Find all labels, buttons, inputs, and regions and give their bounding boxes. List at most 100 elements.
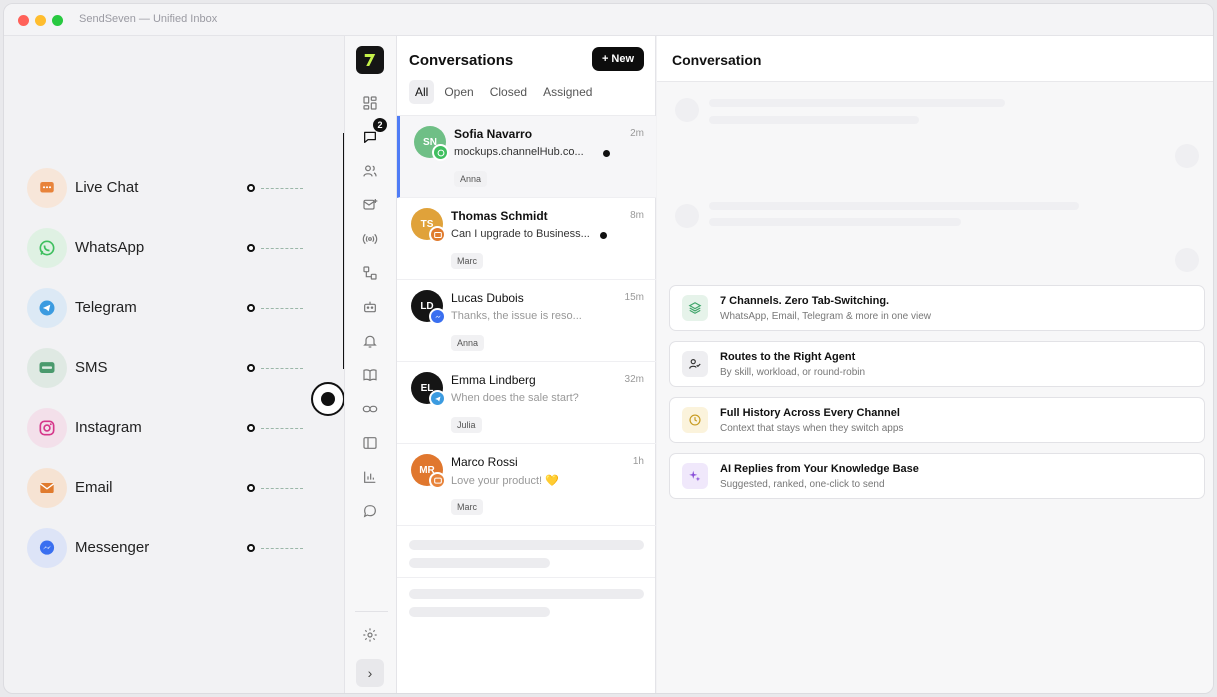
settings-icon[interactable] bbox=[360, 625, 380, 645]
maximize-window-button[interactable] bbox=[52, 15, 63, 26]
message-preview: Love your product! 💛 bbox=[451, 475, 559, 487]
contact-name: Lucas Dubois bbox=[451, 291, 524, 305]
new-conversation-button[interactable]: + New bbox=[592, 47, 644, 71]
conversation-item[interactable]: TS Thomas Schmidt 8m Can I upgrade to Bu… bbox=[397, 198, 656, 280]
ghost-line bbox=[709, 116, 919, 124]
email-icon bbox=[429, 226, 446, 243]
title-bar: SendSeven — Unified Inbox bbox=[4, 4, 1213, 36]
channel-instagram: Instagram bbox=[27, 408, 327, 448]
tab-open[interactable]: Open bbox=[438, 80, 479, 104]
loading-skeleton bbox=[409, 589, 644, 599]
message-preview: When does the sale start? bbox=[451, 392, 579, 404]
loading-skeleton bbox=[409, 540, 644, 550]
app-window: SendSeven — Unified Inbox Live Chat What… bbox=[3, 3, 1214, 694]
ghost-avatar bbox=[1175, 144, 1199, 168]
tab-all[interactable]: All bbox=[409, 80, 435, 104]
broadcast-icon[interactable] bbox=[360, 229, 380, 249]
instagram-icon bbox=[27, 408, 67, 448]
bot-icon[interactable] bbox=[360, 297, 380, 317]
channel-label: Live Chat bbox=[75, 179, 139, 196]
unread-badge: 2 bbox=[373, 118, 387, 132]
unread-indicator bbox=[600, 232, 607, 239]
minimize-window-button[interactable] bbox=[35, 15, 46, 26]
book-icon[interactable] bbox=[360, 365, 380, 385]
messenger-icon bbox=[27, 528, 67, 568]
agent-tag: Anna bbox=[454, 171, 488, 187]
channel-connector bbox=[261, 248, 303, 249]
contact-name: Thomas Schmidt bbox=[451, 209, 548, 223]
channel-list: Live Chat WhatsApp Telegram SMS Instagra… bbox=[4, 36, 400, 693]
channel-label: SMS bbox=[75, 359, 108, 376]
app-logo[interactable] bbox=[356, 46, 384, 74]
agent-tag: Anna bbox=[451, 335, 485, 351]
ghost-line bbox=[709, 202, 1079, 210]
channel-label: Email bbox=[75, 479, 113, 496]
message-preview: Can I upgrade to Business... bbox=[451, 228, 590, 240]
conversation-item[interactable]: SN Sofia Navarro 2m mockups.channelHub.c… bbox=[397, 116, 656, 198]
channel-connector bbox=[261, 428, 303, 429]
telegram-icon bbox=[429, 390, 446, 407]
channel-whatsapp: WhatsApp bbox=[27, 228, 327, 268]
feature-subtitle: Suggested, ranked, one-click to send bbox=[720, 479, 885, 490]
channel-hub bbox=[311, 382, 345, 416]
feature-subtitle: By skill, workload, or round-robin bbox=[720, 367, 866, 378]
channel-node bbox=[247, 244, 255, 252]
email-icon bbox=[27, 468, 67, 508]
channel-connector bbox=[261, 188, 303, 189]
channel-label: WhatsApp bbox=[75, 239, 145, 256]
comment-icon[interactable] bbox=[360, 501, 380, 521]
icon-rail: 2 › bbox=[344, 36, 397, 693]
agent-tag: Marc bbox=[451, 499, 483, 515]
chat-bubble-icon bbox=[27, 168, 67, 208]
list-divider bbox=[397, 577, 655, 578]
analytics-icon[interactable] bbox=[360, 467, 380, 487]
sms-icon bbox=[27, 348, 67, 388]
loading-skeleton bbox=[409, 558, 550, 568]
contacts-icon[interactable] bbox=[360, 161, 380, 181]
channel-node bbox=[247, 424, 255, 432]
sidebar-panel-icon[interactable] bbox=[360, 433, 380, 453]
feature-subtitle: WhatsApp, Email, Telegram & more in one … bbox=[720, 311, 932, 322]
window-title: SendSeven — Unified Inbox bbox=[79, 13, 218, 25]
dashboard-icon[interactable] bbox=[360, 93, 380, 113]
channel-label: Instagram bbox=[75, 419, 142, 436]
mail-add-icon[interactable] bbox=[360, 195, 380, 215]
channel-label: Telegram bbox=[75, 299, 137, 316]
channel-node bbox=[247, 544, 255, 552]
conversation-time: 32m bbox=[624, 374, 644, 385]
channel-node bbox=[247, 184, 255, 192]
ghost-avatar bbox=[675, 98, 699, 122]
expand-sidebar-button[interactable]: › bbox=[356, 659, 384, 687]
feature-subtitle: Context that stays when they switch apps bbox=[720, 423, 904, 434]
channel-connector bbox=[261, 488, 303, 489]
tab-closed[interactable]: Closed bbox=[484, 80, 533, 104]
bell-icon[interactable] bbox=[360, 331, 380, 351]
conversation-item[interactable]: LD Lucas Dubois 15m Thanks, the issue is… bbox=[397, 280, 656, 362]
tab-assigned[interactable]: Assigned bbox=[537, 80, 598, 104]
sparkles-icon bbox=[682, 463, 708, 489]
link-icon[interactable] bbox=[360, 399, 380, 419]
workflow-icon[interactable] bbox=[360, 263, 380, 283]
chevron-right-icon: › bbox=[367, 665, 373, 681]
unread-indicator bbox=[603, 150, 610, 157]
whatsapp-icon bbox=[27, 228, 67, 268]
rail-divider bbox=[355, 611, 388, 612]
message-preview: mockups.channelHub.co... bbox=[454, 146, 584, 158]
feature-card: AI Replies from Your Knowledge Base Sugg… bbox=[669, 453, 1205, 499]
conversation-item[interactable]: MR Marco Rossi 1h Love your product! 💛 M… bbox=[397, 444, 656, 526]
conversation-tabs: All Open Closed Assigned bbox=[409, 80, 598, 104]
whatsapp-icon bbox=[432, 144, 449, 161]
channel-node bbox=[247, 484, 255, 492]
conversation-time: 8m bbox=[630, 210, 644, 221]
conversation-time: 15m bbox=[624, 292, 644, 303]
close-window-button[interactable] bbox=[18, 15, 29, 26]
conversation-item[interactable]: EL Emma Lindberg 32m When does the sale … bbox=[397, 362, 656, 444]
contact-name: Marco Rossi bbox=[451, 455, 518, 469]
conversation-time: 1h bbox=[632, 456, 644, 467]
ghost-line bbox=[709, 218, 961, 226]
channel-connector bbox=[261, 308, 303, 309]
contact-name: Emma Lindberg bbox=[451, 373, 536, 387]
user-route-icon bbox=[682, 351, 708, 377]
conversations-panel: Conversations + New All Open Closed Assi… bbox=[397, 36, 656, 693]
channel-node bbox=[247, 304, 255, 312]
